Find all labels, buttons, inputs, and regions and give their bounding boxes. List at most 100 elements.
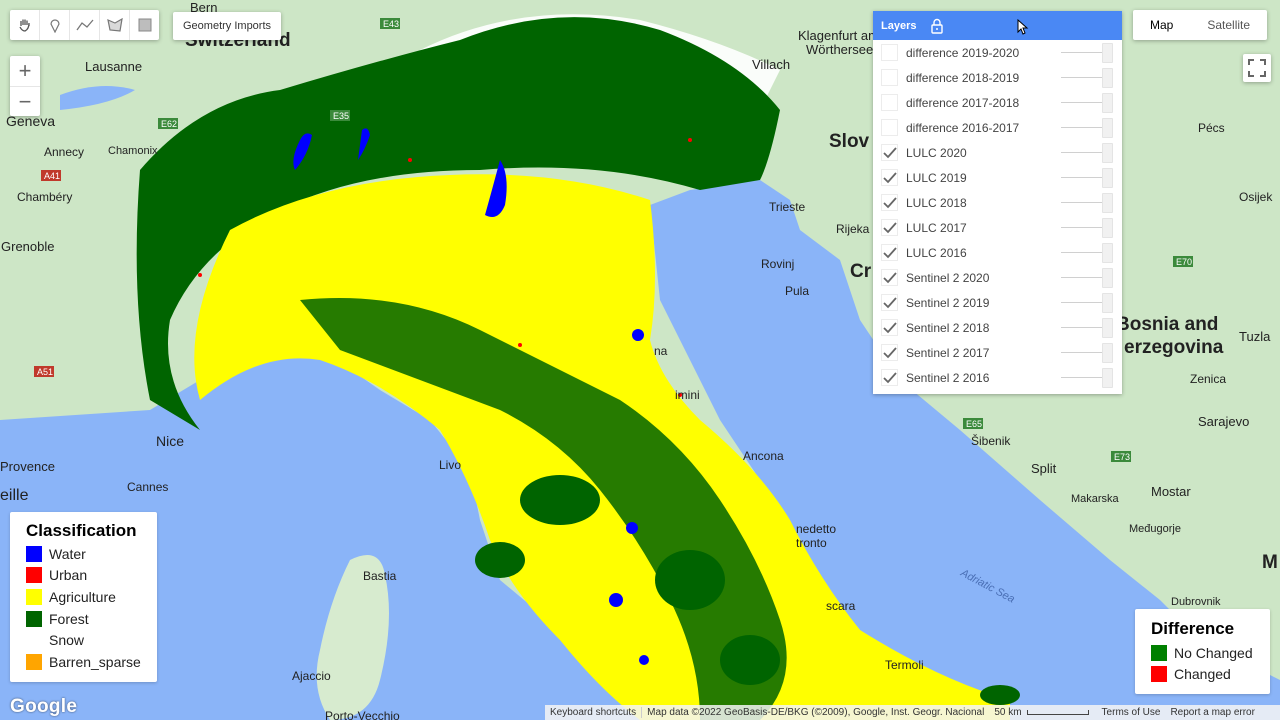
layer-checkbox[interactable]	[881, 319, 898, 336]
label-sibenik: Šibenik	[971, 433, 1011, 448]
label-makarska: Makarska	[1071, 493, 1120, 505]
layer-row[interactable]: LULC 2019	[873, 165, 1122, 190]
zoom-in-button[interactable]: +	[10, 56, 40, 86]
layer-row[interactable]: Sentinel 2 2017	[873, 340, 1122, 365]
opacity-slider[interactable]	[1061, 102, 1103, 103]
legend-swatch	[1151, 644, 1167, 661]
label-villach: Villach	[752, 57, 790, 72]
opacity-slider-thumb[interactable]	[1102, 293, 1113, 313]
map-type-satellite-button[interactable]: Satellite	[1190, 10, 1267, 40]
rectangle-draw-icon[interactable]	[130, 10, 159, 40]
layers-panel: Layers difference 2019-2020 difference 20…	[873, 11, 1122, 394]
opacity-slider-thumb[interactable]	[1102, 168, 1113, 188]
geometry-imports-button[interactable]: Geometry Imports	[173, 12, 282, 40]
opacity-slider-thumb[interactable]	[1102, 118, 1113, 138]
layer-row[interactable]: Sentinel 2 2018	[873, 315, 1122, 340]
layer-row[interactable]: difference 2017-2018	[873, 90, 1122, 115]
layer-checkbox[interactable]	[881, 69, 898, 86]
opacity-slider-thumb[interactable]	[1102, 318, 1113, 338]
layer-checkbox[interactable]	[881, 169, 898, 186]
checkmark-icon	[882, 221, 897, 233]
road-e73: E73	[1114, 452, 1130, 462]
label-annecy: Annecy	[44, 145, 84, 159]
opacity-slider[interactable]	[1061, 52, 1103, 53]
layers-title: Layers	[881, 19, 917, 32]
opacity-slider[interactable]	[1061, 202, 1103, 203]
opacity-slider-thumb[interactable]	[1102, 43, 1113, 63]
opacity-slider[interactable]	[1061, 152, 1103, 153]
layers-header[interactable]: Layers	[873, 11, 1122, 40]
layer-checkbox[interactable]	[881, 294, 898, 311]
layer-name: LULC 2017	[906, 220, 967, 235]
urban-patch	[518, 343, 522, 347]
layer-checkbox[interactable]	[881, 219, 898, 236]
layer-name: difference 2019-2020	[906, 45, 1020, 60]
opacity-slider[interactable]	[1061, 352, 1103, 353]
road-e65: E65	[966, 419, 982, 429]
layer-row[interactable]: difference 2019-2020	[873, 40, 1122, 65]
scale-label[interactable]: 50 km	[989, 707, 1026, 718]
layer-row[interactable]: LULC 2017	[873, 215, 1122, 240]
label-grenoble: Grenoble	[1, 239, 54, 254]
opacity-slider-thumb[interactable]	[1102, 343, 1113, 363]
layer-name: LULC 2019	[906, 170, 967, 185]
layer-checkbox[interactable]	[881, 119, 898, 136]
label-provence: Provence	[0, 459, 55, 474]
hand-pan-icon[interactable]	[10, 10, 40, 40]
layer-row[interactable]: Sentinel 2 2016	[873, 365, 1122, 390]
opacity-slider-thumb[interactable]	[1102, 268, 1113, 288]
geometry-imports-label: Geometry Imports	[183, 20, 272, 32]
checkmark-icon	[882, 321, 897, 333]
layer-row[interactable]: LULC 2018	[873, 190, 1122, 215]
opacity-slider-thumb[interactable]	[1102, 368, 1113, 388]
layer-row[interactable]: LULC 2016	[873, 240, 1122, 265]
layer-row[interactable]: Sentinel 2 2020	[873, 265, 1122, 290]
opacity-slider-thumb[interactable]	[1102, 93, 1113, 113]
opacity-slider[interactable]	[1061, 252, 1103, 253]
layer-row[interactable]: difference 2018-2019	[873, 65, 1122, 90]
opacity-slider[interactable]	[1061, 177, 1103, 178]
layer-name: Sentinel 2 2018	[906, 320, 990, 335]
layer-row[interactable]: difference 2016-2017	[873, 115, 1122, 140]
opacity-slider[interactable]	[1061, 227, 1103, 228]
layer-checkbox[interactable]	[881, 369, 898, 386]
forest-patch	[520, 475, 600, 525]
opacity-slider-thumb[interactable]	[1102, 218, 1113, 238]
line-draw-icon[interactable]	[70, 10, 100, 40]
water-patch	[639, 655, 649, 665]
opacity-slider[interactable]	[1061, 302, 1103, 303]
polygon-draw-icon[interactable]	[100, 10, 130, 40]
legend-label: Water	[49, 545, 86, 562]
opacity-slider[interactable]	[1061, 377, 1103, 378]
layer-checkbox[interactable]	[881, 94, 898, 111]
fullscreen-icon	[1248, 59, 1266, 77]
road-e70: E70	[1176, 257, 1192, 267]
opacity-slider-thumb[interactable]	[1102, 243, 1113, 263]
layer-checkbox[interactable]	[881, 194, 898, 211]
opacity-slider[interactable]	[1061, 127, 1103, 128]
layer-checkbox[interactable]	[881, 344, 898, 361]
label-bastia: Bastia	[363, 569, 397, 583]
zoom-out-button[interactable]: −	[10, 86, 40, 117]
fullscreen-button[interactable]	[1243, 54, 1271, 82]
opacity-slider[interactable]	[1061, 277, 1103, 278]
map-type-map-button[interactable]: Map	[1133, 10, 1190, 40]
layer-checkbox[interactable]	[881, 44, 898, 61]
terms-link[interactable]: Terms of Use	[1097, 707, 1166, 718]
layer-checkbox[interactable]	[881, 269, 898, 286]
lock-icon[interactable]	[930, 18, 944, 34]
layer-checkbox[interactable]	[881, 144, 898, 161]
layer-row[interactable]: Sentinel 2 2019	[873, 290, 1122, 315]
opacity-slider-thumb[interactable]	[1102, 143, 1113, 163]
layer-checkbox[interactable]	[881, 244, 898, 261]
keyboard-shortcuts-link[interactable]: Keyboard shortcuts	[545, 707, 641, 718]
legend-swatch	[26, 653, 42, 670]
opacity-slider[interactable]	[1061, 77, 1103, 78]
label-rovinj: Rovinj	[761, 257, 794, 271]
opacity-slider[interactable]	[1061, 327, 1103, 328]
layer-row[interactable]: LULC 2020	[873, 140, 1122, 165]
opacity-slider-thumb[interactable]	[1102, 68, 1113, 88]
marker-point-icon[interactable]	[40, 10, 70, 40]
report-map-error-link[interactable]: Report a map error	[1165, 707, 1259, 718]
opacity-slider-thumb[interactable]	[1102, 193, 1113, 213]
